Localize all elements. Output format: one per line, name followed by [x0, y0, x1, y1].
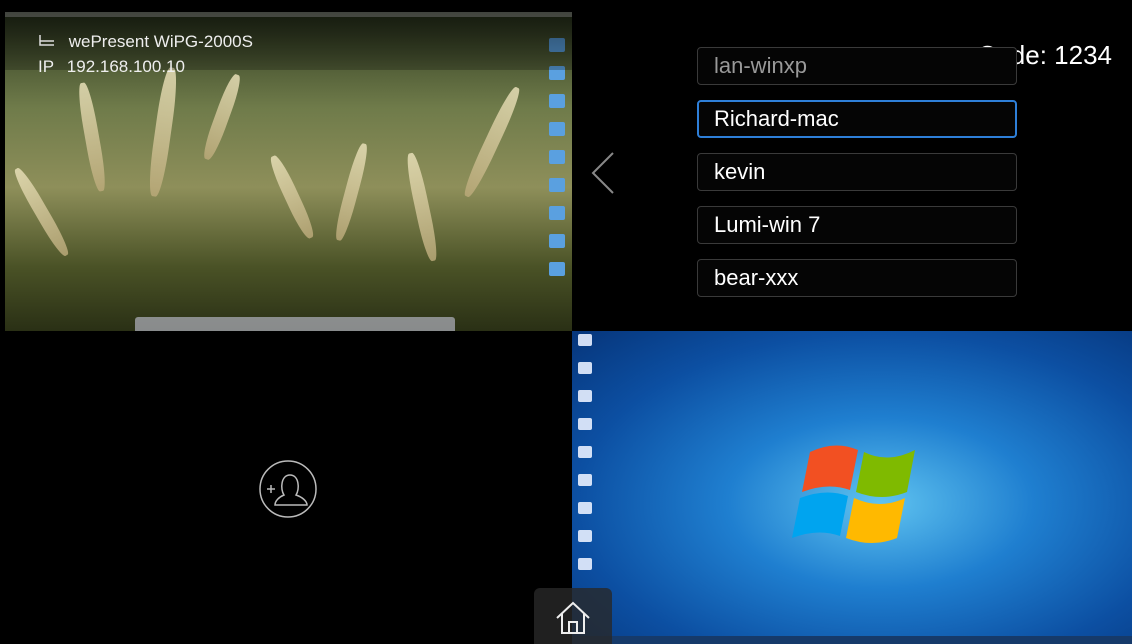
ip-label: IP	[38, 57, 55, 76]
device-name-row: wePresent WiPG-2000S	[38, 32, 253, 52]
router-icon	[38, 32, 61, 51]
device-name: wePresent WiPG-2000S	[68, 32, 253, 51]
windows-desktop-icons	[578, 334, 592, 586]
client-list: lan-winxp Richard-mac kevin Lumi-win 7 b…	[697, 47, 1017, 312]
grass-stem	[266, 153, 318, 241]
grass-stem	[75, 81, 109, 193]
client-item[interactable]: kevin	[697, 153, 1017, 191]
add-user-icon	[259, 460, 317, 518]
mac-desktop-icons	[546, 32, 568, 290]
client-item[interactable]: Richard-mac	[697, 100, 1017, 138]
ip-address: 192.168.100.10	[66, 57, 185, 76]
mac-dock	[135, 317, 455, 331]
client-item[interactable]: lan-winxp	[697, 47, 1017, 85]
client-item[interactable]: bear-xxx	[697, 259, 1017, 297]
windows-logo-icon	[790, 432, 940, 557]
grass-stem	[403, 151, 441, 263]
grass-stem	[332, 142, 371, 242]
grass-stem	[10, 165, 73, 259]
add-user-button[interactable]	[258, 459, 318, 519]
grass-stem	[146, 66, 180, 198]
home-icon	[556, 601, 590, 634]
chevron-left-icon[interactable]	[583, 148, 623, 198]
client-item[interactable]: Lumi-win 7	[697, 206, 1017, 244]
home-button[interactable]	[534, 588, 612, 644]
grass-stem	[200, 72, 244, 162]
grass-stem	[460, 84, 524, 200]
ip-row: IP 192.168.100.10	[38, 57, 185, 77]
windows-taskbar	[572, 636, 1132, 644]
